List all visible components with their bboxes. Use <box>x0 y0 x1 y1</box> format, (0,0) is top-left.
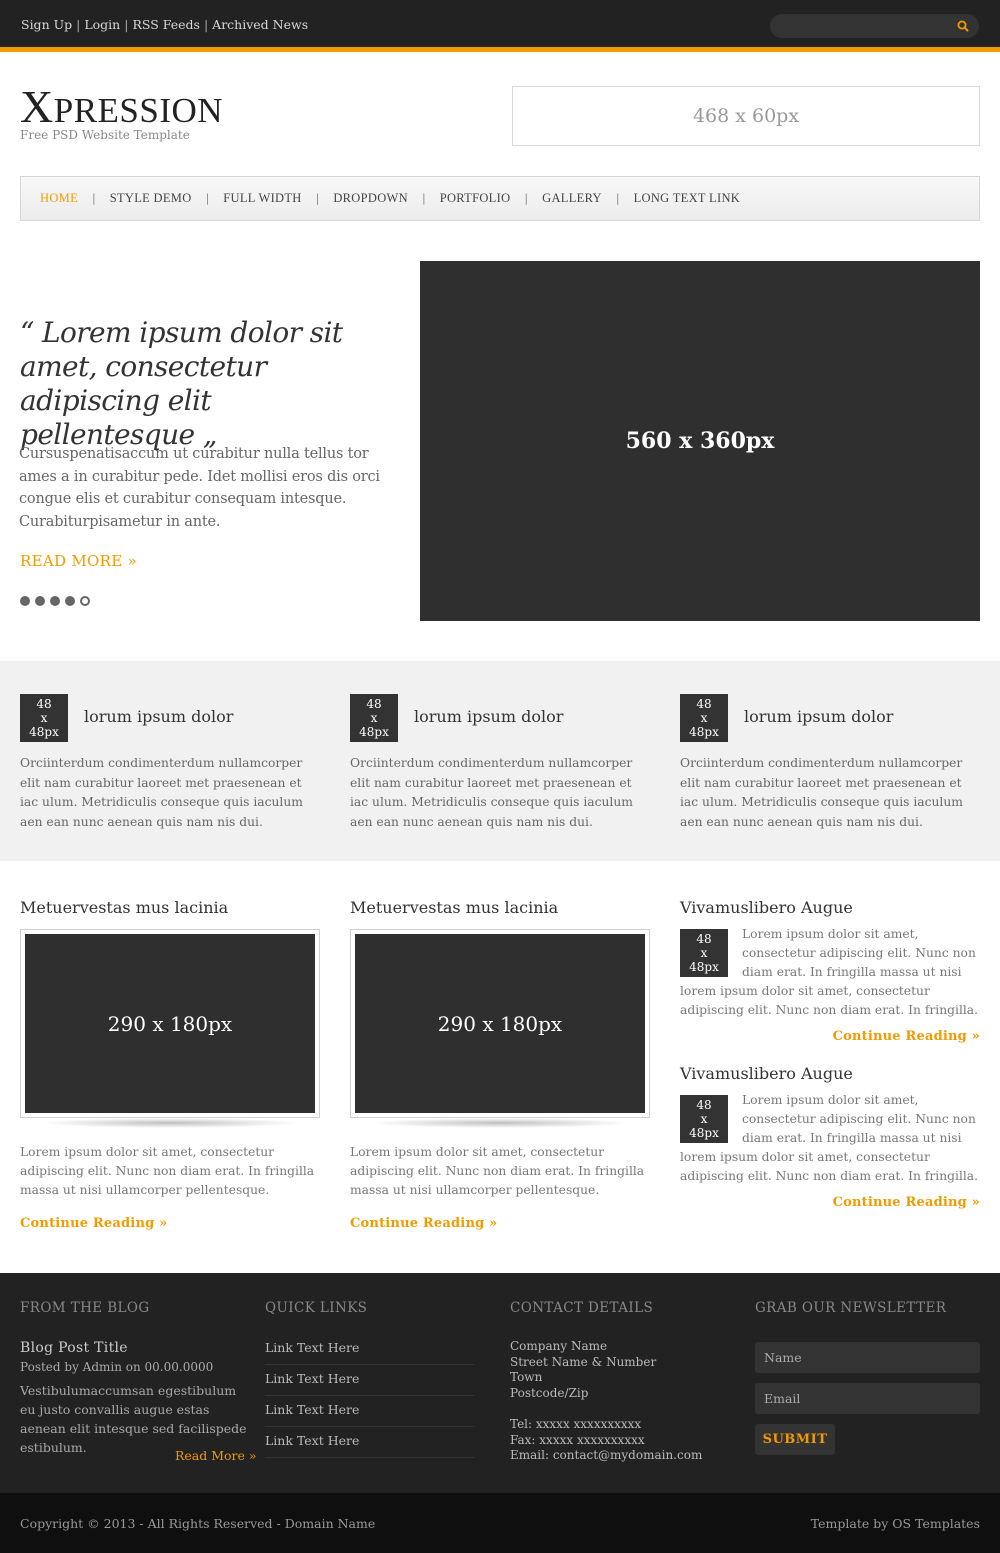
hero-read-more-link[interactable]: READ MORE » <box>20 552 137 570</box>
quick-links-heading: QUICK LINKS <box>265 1300 368 1316</box>
feature-title: lorum ipsum dolor <box>414 707 564 726</box>
blog-post-meta: Posted by Admin on 00.00.0000 <box>20 1360 214 1374</box>
copyright-text: Copyright © 2013 - All Rights Reserved -… <box>20 1516 376 1531</box>
contact-heading: CONTACT DETAILS <box>510 1300 654 1316</box>
footer: FROM THE BLOG Blog Post Title Posted by … <box>0 1273 1000 1493</box>
feature-text: Orciinterdum condimenterdum nullamcorper… <box>680 756 963 829</box>
feature-title: lorum ipsum dolor <box>84 707 234 726</box>
continue-reading-link[interactable]: Continue Reading » <box>833 1029 980 1044</box>
template-credit-link[interactable]: Template by OS Templates <box>811 1516 980 1531</box>
site-tagline: Free PSD Website Template <box>20 128 190 142</box>
slider-dot-active[interactable] <box>80 596 90 606</box>
feature-thumbnail: 48 x 48px <box>680 694 728 742</box>
slider-dot[interactable] <box>20 596 30 606</box>
search-icon[interactable] <box>955 18 971 34</box>
nav-item-style-demo[interactable]: STYLE DEMO <box>110 191 192 206</box>
nav-divider: | <box>524 192 529 205</box>
top-bar: Sign Up | Login | RSS Feeds | Archived News <box>0 0 1000 52</box>
article-text: Lorem ipsum dolor sit amet, consectetur … <box>350 1145 645 1197</box>
login-link[interactable]: Login <box>84 17 120 32</box>
contact-street: Street Name & Number <box>510 1354 657 1369</box>
blog-post-title-link[interactable]: Blog Post Title <box>20 1340 128 1356</box>
feature-thumbnail: 48 x 48px <box>350 694 398 742</box>
quick-link[interactable]: Link Text Here <box>265 1365 475 1396</box>
continue-reading-link[interactable]: Continue Reading » <box>833 1195 980 1210</box>
contact-spacer <box>510 1401 702 1417</box>
contact-town: Town <box>510 1370 543 1385</box>
hero-image-placeholder: 560 x 360px <box>420 261 980 621</box>
feature-text: Orciinterdum condimenterdum nullamcorper… <box>20 756 303 829</box>
rss-feeds-link[interactable]: RSS Feeds <box>132 17 200 32</box>
hero-quote: “ Lorem ipsum dolor sit amet, consectetu… <box>20 316 343 451</box>
article-text: Lorem ipsum dolor sit amet, consectetur … <box>20 1145 315 1197</box>
article-image-placeholder: 290 x 180px <box>355 934 645 1113</box>
continue-reading-link[interactable]: Continue Reading » <box>20 1216 167 1231</box>
nav-divider: | <box>615 192 620 205</box>
nav-divider: | <box>92 192 96 205</box>
contact-fax: Fax: xxxxx xxxxxxxxxx <box>510 1432 645 1447</box>
slider-pagination <box>20 596 90 606</box>
article-image-frame: 290 x 180px <box>350 929 650 1118</box>
slider-dot[interactable] <box>35 596 45 606</box>
blog-post-excerpt: Vestibulumaccumsan egestibulum eu justo … <box>20 1383 247 1455</box>
features-band: 48 x 48px lorum ipsum dolor Orciinterdum c… <box>0 661 1000 861</box>
archived-news-link[interactable]: Archived News <box>212 17 308 32</box>
quick-link[interactable]: Link Text Here <box>265 1334 475 1365</box>
separator: | <box>76 17 81 32</box>
nav-item-dropdown[interactable]: DROPDOWN <box>333 191 408 206</box>
newsletter-email-field[interactable] <box>755 1383 980 1414</box>
nav-divider: | <box>315 192 320 205</box>
slider-dot[interactable] <box>65 596 75 606</box>
side-post-text: Lorem ipsum dolor sit amet, consectetur … <box>680 927 979 1017</box>
nav-item-gallery[interactable]: GALLERY <box>542 191 602 206</box>
feature-thumbnail: 48 x 48px <box>20 694 68 742</box>
site-logo[interactable]: XPRESSION <box>20 84 223 134</box>
contact-details: Company Name Street Name & Number Town P… <box>510 1339 702 1464</box>
blog-read-more-link[interactable]: Read More » <box>175 1448 257 1463</box>
nav-divider: | <box>205 192 210 205</box>
signup-link[interactable]: Sign Up <box>21 17 72 32</box>
main-navigation: HOME | STYLE DEMO | FULL WIDTH | DROPDOW… <box>20 176 980 221</box>
contact-email[interactable]: Email: contact@mydomain.com <box>510 1448 702 1464</box>
ad-banner-placeholder: 468 x 60px <box>512 86 980 146</box>
article-title: Metuervestas mus lacinia <box>350 898 559 917</box>
side-post-title: Vivamuslibero Augue <box>680 1064 853 1083</box>
bottom-bar: Copyright © 2013 - All Rights Reserved -… <box>0 1493 1000 1553</box>
newsletter-name-field[interactable] <box>755 1342 980 1373</box>
nav-divider: | <box>421 192 426 205</box>
nav-item-full-width[interactable]: FULL WIDTH <box>223 191 301 206</box>
contact-company: Company Name <box>510 1339 608 1353</box>
hero-text: Cursuspenatisaccum ut curabitur nulla te… <box>19 446 380 530</box>
feature-text: Orciinterdum condimenterdum nullamcorper… <box>350 756 633 829</box>
article-image-placeholder: 290 x 180px <box>25 934 315 1113</box>
side-post-title: Vivamuslibero Augue <box>680 898 853 917</box>
article-title: Metuervestas mus lacinia <box>20 898 229 917</box>
quick-link[interactable]: Link Text Here <box>265 1396 475 1427</box>
side-post-text: Lorem ipsum dolor sit amet, consectetur … <box>680 1093 979 1183</box>
contact-postcode: Postcode/Zip <box>510 1385 589 1400</box>
top-links: Sign Up | Login | RSS Feeds | Archived News <box>21 17 308 32</box>
nav-item-portfolio[interactable]: PORTFOLIO <box>440 191 511 206</box>
quick-link[interactable]: Link Text Here <box>265 1427 475 1458</box>
image-shadow <box>40 1118 300 1128</box>
nav-item-home[interactable]: HOME <box>40 191 78 206</box>
separator: | <box>124 17 129 32</box>
newsletter-submit-button[interactable]: SUBMIT <box>755 1424 835 1455</box>
slider-dot[interactable] <box>50 596 60 606</box>
search-input[interactable] <box>770 14 979 38</box>
image-shadow <box>370 1118 630 1128</box>
nav-item-long-text-link[interactable]: LONG TEXT LINK <box>634 191 741 206</box>
article-image-frame: 290 x 180px <box>20 929 320 1118</box>
continue-reading-link[interactable]: Continue Reading » <box>350 1216 497 1231</box>
separator: | <box>203 17 209 32</box>
feature-title: lorum ipsum dolor <box>744 707 894 726</box>
footer-blog-heading: FROM THE BLOG <box>20 1300 150 1316</box>
newsletter-heading: GRAB OUR NEWSLETTER <box>755 1300 947 1316</box>
contact-tel: Tel: xxxxx xxxxxxxxxx <box>510 1416 642 1431</box>
